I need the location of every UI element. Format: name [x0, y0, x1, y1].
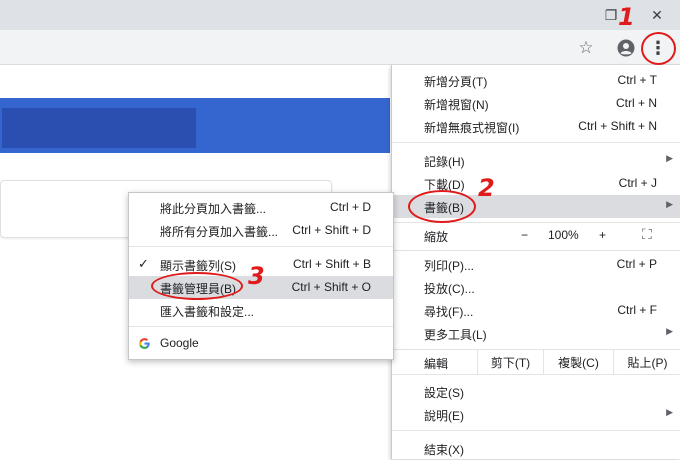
- menu-item-label: 結束(X): [424, 443, 464, 457]
- submenu-item-import-bookmarks[interactable]: 匯入書籤和設定...: [129, 299, 393, 322]
- page-banner-search-box: [2, 108, 196, 148]
- menu-item-settings[interactable]: 設定(S): [392, 380, 680, 403]
- zoom-out-button[interactable]: −: [521, 228, 528, 242]
- submenu-item-bookmark-all-tabs[interactable]: 將所有分頁加入書籤... Ctrl + Shift + D: [129, 219, 393, 242]
- menu-item-history[interactable]: 記錄(H) ▶: [392, 149, 680, 172]
- menu-separator: [129, 246, 393, 247]
- copy-button[interactable]: 複製(C): [543, 350, 613, 374]
- menu-item-shortcut: Ctrl + F: [617, 303, 657, 317]
- menu-separator: [392, 142, 680, 143]
- close-window-button[interactable]: ✕: [634, 0, 680, 30]
- paste-label: 貼上(P): [627, 355, 668, 370]
- menu-item-shortcut: Ctrl + T: [617, 73, 657, 87]
- menu-item-label: 尋找(F)...: [424, 305, 474, 319]
- menu-item-label: 新增無痕式視窗(I): [424, 121, 520, 135]
- annotation-step-2: 2: [478, 174, 495, 202]
- cut-button[interactable]: 剪下(T): [477, 350, 543, 374]
- menu-item-shortcut: Ctrl + Shift + N: [578, 119, 657, 133]
- menu-item-label: 將所有分頁加入書籤...: [160, 225, 279, 239]
- menu-item-label: Google: [160, 336, 199, 350]
- annotation-circle-bookmarks: [408, 190, 476, 223]
- annotation-step-3: 3: [248, 262, 265, 290]
- zoom-in-button[interactable]: +: [599, 228, 606, 242]
- menu-separator: [392, 374, 680, 375]
- menu-item-label: 記錄(H): [424, 155, 465, 169]
- annotation-circle-bookmark-manager: [151, 272, 243, 300]
- menu-item-new-incognito-window[interactable]: 新增無痕式視窗(I) Ctrl + Shift + N: [392, 115, 680, 138]
- profile-button[interactable]: [614, 36, 638, 60]
- restore-icon: ❐: [604, 6, 618, 23]
- menu-item-shortcut: Ctrl + Shift + B: [292, 257, 371, 271]
- cut-label: 剪下(T): [490, 355, 531, 370]
- menu-item-cast[interactable]: 投放(C)...: [392, 276, 680, 299]
- menu-item-shortcut: Ctrl + Shift + O: [291, 280, 371, 294]
- copy-label: 複製(C): [558, 355, 599, 370]
- star-icon: ☆: [578, 38, 594, 57]
- menu-item-shortcut: Ctrl + N: [615, 96, 657, 110]
- paste-button[interactable]: 貼上(P): [613, 350, 680, 374]
- menu-item-label: 將此分頁加入書籤...: [160, 202, 267, 216]
- menu-item-label: 匯入書籤和設定...: [160, 305, 255, 319]
- menu-item-find[interactable]: 尋找(F)... Ctrl + F: [392, 299, 680, 322]
- submenu-item-bookmark-this-tab[interactable]: 將此分頁加入書籤... Ctrl + D: [129, 196, 393, 219]
- menu-item-new-window[interactable]: 新增視窗(N) Ctrl + N: [392, 92, 680, 115]
- chevron-right-icon: ▶: [666, 326, 673, 336]
- menu-item-exit[interactable]: 結束(X): [392, 437, 680, 460]
- menu-item-new-tab[interactable]: 新增分頁(T) Ctrl + T: [392, 69, 680, 92]
- menu-item-more-tools[interactable]: 更多工具(L) ▶: [392, 322, 680, 345]
- checkmark-icon: ✓: [138, 256, 149, 271]
- fullscreen-icon[interactable]: ⛶: [642, 226, 652, 243]
- menu-edit-row: 編輯 剪下(T) 複製(C) 貼上(P): [392, 350, 680, 374]
- menu-item-print[interactable]: 列印(P)... Ctrl + P: [392, 253, 680, 276]
- title-bar: [0, 0, 680, 30]
- close-icon: ✕: [651, 6, 663, 23]
- menu-item-shortcut: Ctrl + D: [329, 200, 371, 214]
- menu-item-label: 設定(S): [424, 386, 464, 400]
- menu-item-label: 說明(E): [424, 409, 464, 423]
- account-icon: [617, 39, 635, 57]
- menu-item-shortcut: Ctrl + P: [616, 257, 657, 271]
- edit-label: 編輯: [424, 357, 449, 371]
- google-g-icon: [139, 338, 150, 349]
- menu-item-label: 列印(P)...: [424, 259, 474, 273]
- menu-separator: [392, 250, 680, 251]
- annotation-step-1: 1: [618, 3, 635, 31]
- menu-separator: [392, 430, 680, 431]
- menu-item-label: 新增視窗(N): [424, 98, 489, 112]
- chevron-right-icon: ▶: [666, 153, 673, 163]
- menu-item-label: 投放(C)...: [424, 282, 475, 296]
- menu-zoom-row: 縮放 − 100% + ⛶: [392, 224, 680, 246]
- menu-item-help[interactable]: 說明(E) ▶: [392, 403, 680, 426]
- submenu-item-google-bookmark[interactable]: Google: [129, 332, 393, 355]
- menu-separator: [129, 326, 393, 327]
- chevron-right-icon: ▶: [666, 199, 673, 209]
- annotation-circle-menu: [641, 32, 676, 65]
- zoom-level-value: 100%: [548, 228, 579, 242]
- zoom-label: 縮放: [424, 230, 449, 244]
- menu-item-shortcut: Ctrl + J: [618, 176, 657, 190]
- menu-item-label: 更多工具(L): [424, 328, 487, 342]
- menu-item-label: 新增分頁(T): [424, 75, 488, 89]
- menu-item-shortcut: Ctrl + Shift + D: [292, 223, 371, 237]
- chrome-main-menu: 新增分頁(T) Ctrl + T 新增視窗(N) Ctrl + N 新增無痕式視…: [391, 65, 680, 459]
- chevron-right-icon: ▶: [666, 407, 673, 417]
- bookmark-star-button[interactable]: ☆: [574, 36, 598, 60]
